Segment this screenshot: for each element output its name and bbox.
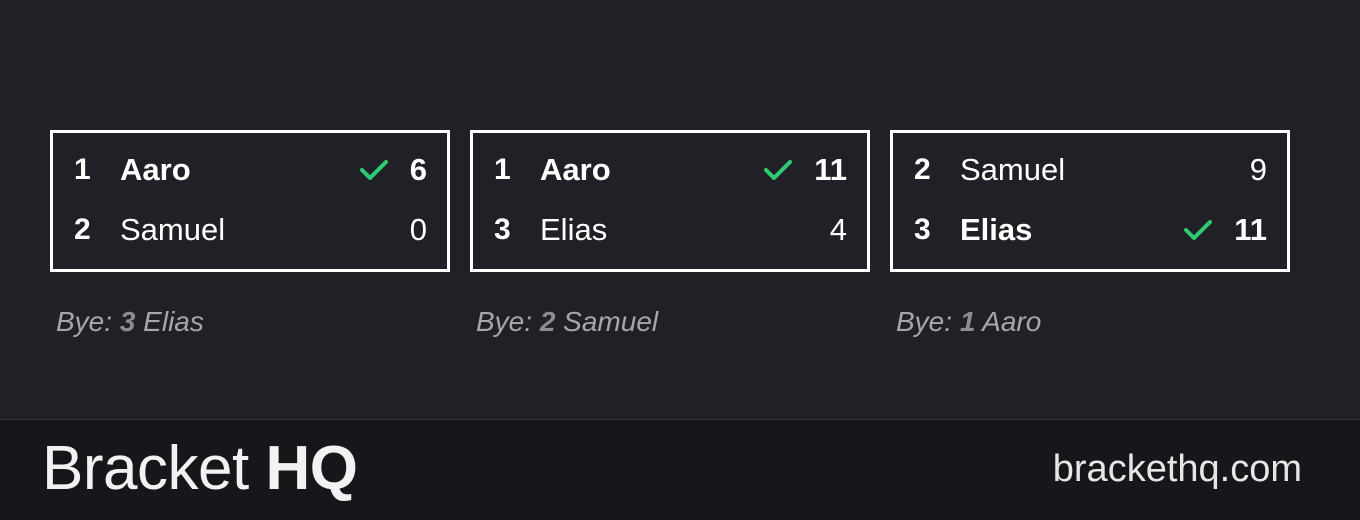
player-name: Elias <box>540 212 608 247</box>
match-row: 1 Aaro 11 <box>473 140 867 200</box>
player-score: 4 <box>829 212 847 247</box>
match-row: 3 Elias 11 <box>893 200 1287 260</box>
player-seed: 3 <box>914 213 931 246</box>
bye-name: Samuel <box>563 306 659 337</box>
player-name: Samuel <box>120 212 226 247</box>
player-name: Elias <box>960 212 1033 247</box>
brand-prefix: Bracket <box>42 434 249 503</box>
match-row: 2 Samuel 0 <box>53 200 447 260</box>
checkmark-icon <box>763 157 793 183</box>
player-seed: 3 <box>494 213 511 246</box>
player-seed: 2 <box>914 153 931 186</box>
match-row: 2 Samuel 9 <box>893 140 1287 200</box>
brand-suffix: HQ <box>265 434 358 503</box>
checkmark-icon <box>359 157 389 183</box>
player-seed: 1 <box>74 153 91 186</box>
brand-logo[interactable]: Bracket HQ <box>42 434 358 503</box>
player-score: 9 <box>1249 152 1267 187</box>
bye-note: Bye: 3 Elias <box>56 306 204 338</box>
match-card-3[interactable]: 2 Samuel 9 3 Elias 11 <box>890 130 1290 272</box>
bye-seed: 2 <box>539 306 556 337</box>
bye-note: Bye: 2 Samuel <box>476 306 658 338</box>
match-row: 3 Elias 4 <box>473 200 867 260</box>
bracket-area: 1 Aaro 6 2 Samuel 0 Bye: 3 Elias 1 Aaro … <box>0 0 1360 419</box>
bye-note: Bye: 1 Aaro <box>896 306 1041 338</box>
player-score: 11 <box>1234 212 1267 247</box>
bye-seed: 1 <box>959 306 976 337</box>
site-link[interactable]: brackethq.com <box>1053 449 1302 489</box>
checkmark-icon <box>1183 217 1213 243</box>
bye-label: Bye: <box>56 306 113 337</box>
bye-label: Bye: <box>896 306 953 337</box>
player-name: Aaro <box>120 152 191 187</box>
match-row: 1 Aaro 6 <box>53 140 447 200</box>
player-name: Aaro <box>540 152 611 187</box>
bye-name: Elias <box>143 306 204 337</box>
player-score: 11 <box>814 152 847 187</box>
footer: Bracket HQ brackethq.com <box>0 419 1360 520</box>
player-score: 6 <box>409 152 427 187</box>
match-card-1[interactable]: 1 Aaro 6 2 Samuel 0 <box>50 130 450 272</box>
player-name: Samuel <box>960 152 1066 187</box>
player-score: 0 <box>409 212 427 247</box>
player-seed: 2 <box>74 213 91 246</box>
player-seed: 1 <box>494 153 511 186</box>
bye-label: Bye: <box>476 306 533 337</box>
bye-name: Aaro <box>982 306 1042 337</box>
bye-seed: 3 <box>119 306 136 337</box>
match-card-2[interactable]: 1 Aaro 11 3 Elias 4 <box>470 130 870 272</box>
